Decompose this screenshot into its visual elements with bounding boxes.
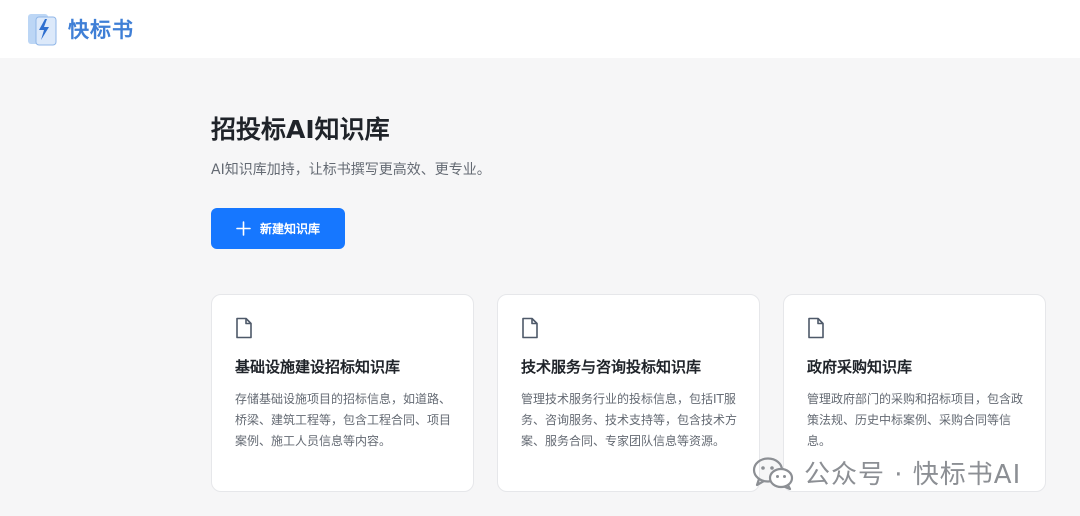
- page-title: 招投标AI知识库: [211, 115, 390, 144]
- watermark-text: 公众号 · 快标书AI: [804, 460, 1022, 490]
- document-icon: [808, 317, 824, 339]
- brand[interactable]: 快标书: [24, 10, 134, 48]
- wechat-watermark: 公众号 · 快标书AI: [752, 454, 1021, 491]
- document-icon: [522, 317, 538, 339]
- card-description: 管理技术服务行业的投标信息，包括IT服务、咨询服务、技术支持等，包含技术方案、服…: [521, 392, 738, 448]
- knowledge-base-card-infrastructure[interactable]: 基础设施建设招标知识库 存储基础设施项目的招标信息，如道路、桥梁、建筑工程等，包…: [211, 294, 474, 492]
- wechat-icon: [752, 456, 794, 490]
- document-icon: [236, 317, 252, 339]
- card-description: 管理政府部门的采购和招标项目，包含政策法规、历史中标案例、采购合同等信息。: [807, 392, 1024, 448]
- lightning-phone-icon: [28, 14, 57, 46]
- new-knowledge-base-button[interactable]: 新建知识库: [211, 208, 345, 249]
- plus-icon: [236, 221, 251, 236]
- card-title: 基础设施建设招标知识库: [235, 358, 401, 376]
- page-subtitle: AI知识库加持，让标书撰写更高效、更专业。: [211, 162, 491, 178]
- brand-name: 快标书: [68, 18, 134, 42]
- top-header: 快标书: [0, 0, 1080, 58]
- card-title: 技术服务与咨询投标知识库: [521, 358, 702, 376]
- card-description: 存储基础设施项目的招标信息，如道路、桥梁、建筑工程等，包含工程合同、项目案例、施…: [235, 392, 452, 448]
- card-title: 政府采购知识库: [807, 358, 913, 376]
- new-knowledge-base-label: 新建知识库: [259, 222, 320, 236]
- knowledge-base-card-tech-services[interactable]: 技术服务与咨询投标知识库 管理技术服务行业的投标信息，包括IT服务、咨询服务、技…: [497, 294, 760, 492]
